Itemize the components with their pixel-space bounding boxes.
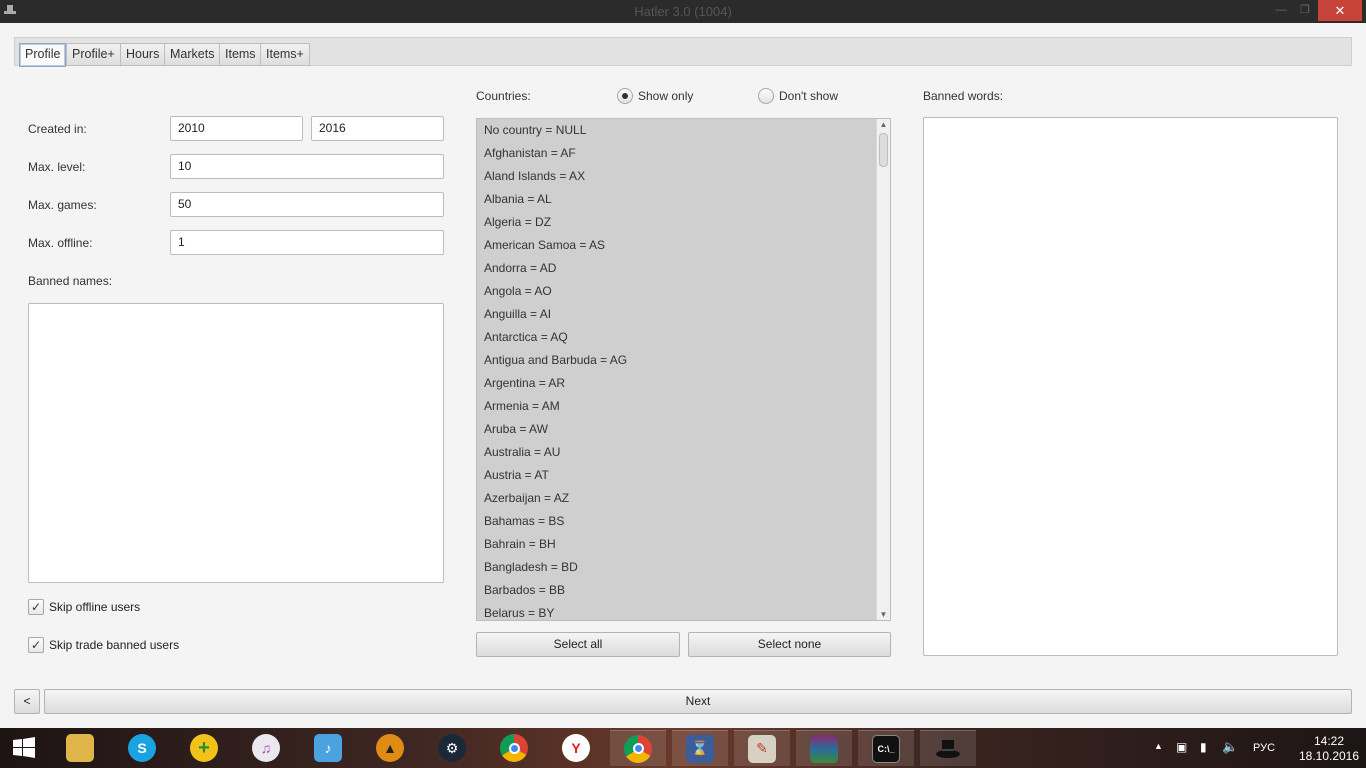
tab-items[interactable]: Items <box>219 43 262 66</box>
country-list-item[interactable]: Antigua and Barbuda = AG <box>477 349 890 372</box>
next-button[interactable]: Next <box>44 689 1352 714</box>
chevron-up-icon[interactable]: ▲ <box>1154 741 1163 751</box>
chrome-icon[interactable] <box>486 730 542 766</box>
show-only-radio[interactable] <box>617 88 633 104</box>
scroll-up-icon[interactable]: ▲ <box>877 120 890 129</box>
banned-words-label: Banned words: <box>923 89 1004 103</box>
country-list-item[interactable]: Andorra = AD <box>477 257 890 280</box>
paint-icon[interactable]: ✎ <box>734 730 790 766</box>
max-games-label: Max. games: <box>28 198 97 212</box>
windows-start-icon[interactable] <box>0 730 48 766</box>
max-offline-field[interactable]: 1 <box>170 230 444 255</box>
skip-offline-checkbox-row[interactable]: ✓ Skip offline users <box>28 599 140 615</box>
winrar-icon[interactable] <box>796 730 852 766</box>
file-explorer-icon[interactable] <box>52 730 108 766</box>
country-list-item[interactable]: Aland Islands = AX <box>477 165 890 188</box>
clock-date: 18.10.2016 <box>1298 749 1360 763</box>
tab-bar: Profile Profile+ Hours Markets Items Ite… <box>14 37 1352 67</box>
itunes-icon[interactable]: ♫ <box>238 730 294 766</box>
show-only-label[interactable]: Show only <box>638 89 693 103</box>
max-offline-label: Max. offline: <box>28 236 93 250</box>
minimize-button[interactable]: — <box>1268 0 1294 21</box>
cmd-icon[interactable]: C:\_ <box>858 730 914 766</box>
created-from-field[interactable]: 2010 <box>170 116 303 141</box>
select-none-button[interactable]: Select none <box>688 632 891 657</box>
banned-names-textarea[interactable] <box>28 303 444 583</box>
country-list-item[interactable]: Argentina = AR <box>477 372 890 395</box>
country-list-item[interactable]: Azerbaijan = AZ <box>477 487 890 510</box>
skip-offline-checkbox[interactable]: ✓ <box>28 599 44 615</box>
dont-show-radio[interactable] <box>758 88 774 104</box>
checkmark-icon: ✓ <box>31 600 42 614</box>
max-level-field[interactable]: 10 <box>170 154 444 179</box>
country-list-item[interactable]: Algeria = DZ <box>477 211 890 234</box>
tab-items-plus[interactable]: Items+ <box>260 43 310 66</box>
taskbar: S + ♫ ♪ ▲ ⚙ Y ⌛ ✎ C:\_ ▲ ▣ ▮ 🔈 РУС 14:22… <box>0 728 1366 768</box>
country-list-item[interactable]: Albania = AL <box>477 188 890 211</box>
close-button[interactable]: ✕ <box>1318 0 1362 21</box>
country-list-item[interactable]: Bahamas = BS <box>477 510 890 533</box>
tab-hours[interactable]: Hours <box>120 43 166 66</box>
back-button[interactable]: < <box>14 689 40 714</box>
checkmark-icon: ✓ <box>31 638 42 652</box>
hourglass-app-icon[interactable]: ⌛ <box>672 730 728 766</box>
countries-scrollbar[interactable]: ▲ ▼ <box>876 119 890 620</box>
countries-list[interactable]: No country = NULL Afghanistan = AF Aland I… <box>476 118 891 621</box>
banned-names-label: Banned names: <box>28 274 113 288</box>
country-list-item[interactable]: Australia = AU <box>477 441 890 464</box>
scrollbar-thumb[interactable] <box>879 133 888 167</box>
tab-profile[interactable]: Profile <box>19 43 67 67</box>
tab-profile-plus[interactable]: Profile+ <box>66 43 121 66</box>
network-icon[interactable]: ▣ <box>1176 740 1187 754</box>
plus-app-icon[interactable]: + <box>176 730 232 766</box>
country-list-item[interactable]: Afghanistan = AF <box>477 142 890 165</box>
skip-trade-banned-checkbox[interactable]: ✓ <box>28 637 44 653</box>
created-in-label: Created in: <box>28 122 87 136</box>
system-tray: ▲ ▣ ▮ 🔈 РУС <box>1152 728 1292 768</box>
scroll-down-icon[interactable]: ▼ <box>877 610 890 619</box>
countries-list-items: No country = NULL Afghanistan = AF Aland I… <box>477 119 890 620</box>
title-bar: Hatler 3.0 (1004) — ❐ ✕ <box>0 0 1366 23</box>
country-list-item[interactable]: Barbados = BB <box>477 579 890 602</box>
dont-show-label[interactable]: Don't show <box>779 89 838 103</box>
country-list-item[interactable]: American Samoa = AS <box>477 234 890 257</box>
country-list-item[interactable]: Armenia = AM <box>477 395 890 418</box>
country-list-item[interactable]: Belarus = BY <box>477 602 890 620</box>
language-indicator[interactable]: РУС <box>1253 742 1275 754</box>
music-app-icon[interactable]: ♪ <box>300 730 356 766</box>
hatler-app-icon[interactable] <box>920 730 976 766</box>
select-all-button[interactable]: Select all <box>476 632 680 657</box>
app-window: Profile Profile+ Hours Markets Items Ite… <box>0 23 1366 728</box>
tab-markets[interactable]: Markets <box>164 43 221 66</box>
countries-label: Countries: <box>476 89 531 103</box>
window-title: Hatler 3.0 (1004) <box>634 4 732 19</box>
country-list-item[interactable]: Aruba = AW <box>477 418 890 441</box>
clock[interactable]: 14:22 18.10.2016 <box>1298 734 1360 764</box>
created-to-field[interactable]: 2016 <box>311 116 444 141</box>
country-list-item[interactable]: Bangladesh = BD <box>477 556 890 579</box>
country-list-item[interactable]: No country = NULL <box>477 119 890 142</box>
country-list-item[interactable]: Angola = AO <box>477 280 890 303</box>
country-list-item[interactable]: Bahrain = BH <box>477 533 890 556</box>
volume-icon[interactable]: 🔈 <box>1222 739 1238 755</box>
clock-time: 14:22 <box>1313 734 1345 748</box>
skype-icon[interactable]: S <box>114 730 170 766</box>
radio-selected-dot <box>622 93 628 99</box>
skip-trade-banned-checkbox-row[interactable]: ✓ Skip trade banned users <box>28 637 179 653</box>
steam-icon[interactable]: ⚙ <box>424 730 480 766</box>
country-list-item[interactable]: Austria = AT <box>477 464 890 487</box>
skip-offline-label: Skip offline users <box>49 600 141 614</box>
chrome-icon[interactable] <box>610 730 666 766</box>
country-list-item[interactable]: Anguilla = AI <box>477 303 890 326</box>
country-list-item[interactable]: Antarctica = AQ <box>477 326 890 349</box>
max-games-field[interactable]: 50 <box>170 192 444 217</box>
max-level-label: Max. level: <box>28 160 86 174</box>
skip-trade-banned-label: Skip trade banned users <box>49 638 180 652</box>
banned-words-textarea[interactable] <box>923 117 1338 656</box>
avast-icon[interactable]: ▲ <box>362 730 418 766</box>
maximize-button[interactable]: ❐ <box>1292 0 1318 21</box>
yandex-browser-icon[interactable]: Y <box>548 730 604 766</box>
battery-icon[interactable]: ▮ <box>1200 740 1207 754</box>
